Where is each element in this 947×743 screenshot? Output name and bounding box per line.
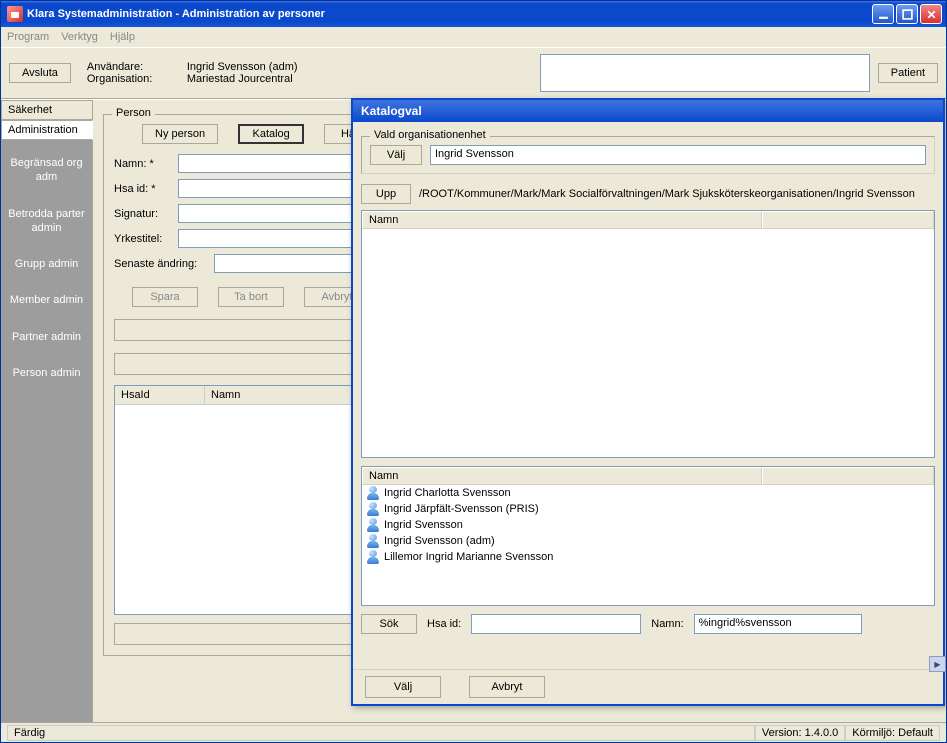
top-col-blank[interactable] — [762, 211, 934, 229]
person-icon — [366, 486, 380, 500]
person-icon — [366, 534, 380, 548]
vald-org-group: Vald organisationenhet Välj Ingrid Svens… — [361, 136, 935, 174]
bot-col-blank[interactable] — [762, 467, 934, 485]
person-icon — [366, 502, 380, 516]
dialog-valj-button[interactable]: Välj — [365, 676, 441, 698]
tabort-button[interactable]: Ta bort — [218, 287, 284, 307]
sidebar-item-person[interactable]: Person admin — [3, 358, 90, 388]
valj-org-button[interactable]: Välj — [370, 145, 422, 165]
org-label: Organisation: — [87, 73, 167, 85]
top-col-namn[interactable]: Namn — [362, 211, 762, 229]
search-namn-label: Namn: — [651, 618, 683, 630]
hsa-label: Hsa id: * — [114, 183, 178, 195]
bot-col-namn[interactable]: Namn — [362, 467, 762, 485]
minimize-button[interactable] — [872, 4, 894, 24]
person-group-label: Person — [112, 107, 155, 119]
sok-button[interactable]: Sök — [361, 614, 417, 634]
toolbar: Avsluta Användare:Ingrid Svensson (adm) … — [1, 47, 946, 99]
status-version: Version: 1.4.0.0 — [755, 725, 845, 741]
maximize-button[interactable] — [896, 4, 918, 24]
org-value: Mariestad Jourcentral — [187, 73, 293, 85]
menu-verktyg[interactable]: Verktyg — [61, 31, 98, 43]
sidebar-item-betrodda[interactable]: Betrodda parter admin — [3, 199, 90, 244]
search-hsa-label: Hsa id: — [427, 618, 461, 630]
list-item-label: Ingrid Svensson (adm) — [384, 535, 495, 547]
signatur-label: Signatur: — [114, 208, 178, 220]
tab-administration[interactable]: Administration — [1, 120, 93, 140]
app-icon — [7, 6, 23, 22]
sidebar-item-grupp[interactable]: Grupp admin — [3, 249, 90, 279]
status-ready: Färdig — [7, 725, 755, 741]
avsluta-button[interactable]: Avsluta — [9, 63, 71, 83]
signatur-input[interactable] — [178, 204, 378, 223]
spara-button[interactable]: Spara — [132, 287, 198, 307]
menubar: Program Verktyg Hjälp — [1, 27, 946, 47]
search-hsa-input[interactable] — [471, 614, 641, 634]
person-icon — [366, 550, 380, 564]
list-item[interactable]: Ingrid Charlotta Svensson — [362, 485, 934, 501]
sidebar-item-begransad[interactable]: Begränsad org adm — [3, 148, 90, 193]
list-item-label: Ingrid Svensson — [384, 519, 463, 531]
namn-label: Namn: * — [114, 158, 178, 170]
titlebar: Klara Systemadministration - Administrat… — [1, 1, 946, 27]
list-item-label: Ingrid Järpfält-Svensson (PRIS) — [384, 503, 539, 515]
persons-list[interactable]: Namn Ingrid Charlotta Svensson Ingrid Jär… — [361, 466, 935, 606]
window-title: Klara Systemadministration - Administrat… — [27, 8, 872, 20]
app-window: Klara Systemadministration - Administrat… — [0, 0, 947, 743]
status-env: Körmiljö: Default — [845, 725, 940, 741]
list-item[interactable]: Ingrid Svensson — [362, 517, 934, 533]
scroll-right-icon[interactable] — [929, 656, 946, 672]
sidebar: Begränsad org adm Betrodda parter admin … — [1, 140, 92, 722]
menu-help[interactable]: Hjälp — [110, 31, 135, 43]
katalogval-dialog: Katalogval Vald organisationenhet Välj I… — [351, 98, 945, 706]
user-value: Ingrid Svensson (adm) — [187, 61, 298, 73]
list-item-label: Ingrid Charlotta Svensson — [384, 487, 511, 499]
vald-org-label: Vald organisationenhet — [370, 129, 490, 141]
selected-org-field[interactable]: Ingrid Svensson — [430, 145, 926, 165]
statusbar: Färdig Version: 1.4.0.0 Körmiljö: Defaul… — [1, 722, 946, 742]
org-units-list[interactable]: Namn — [361, 210, 935, 458]
menu-program[interactable]: Program — [7, 31, 49, 43]
user-label: Användare: — [87, 61, 167, 73]
list-item[interactable]: Lillemor Ingrid Marianne Svensson — [362, 549, 934, 565]
dialog-avbryt-button[interactable]: Avbryt — [469, 676, 545, 698]
katalog-button[interactable]: Katalog — [238, 124, 304, 144]
ny-person-button[interactable]: Ny person — [142, 124, 218, 144]
dialog-title: Katalogval — [353, 100, 943, 122]
patient-search-box[interactable] — [540, 54, 870, 92]
path-text: /ROOT/Kommuner/Mark/Mark Socialförvaltni… — [419, 188, 915, 200]
close-button[interactable] — [920, 4, 942, 24]
person-icon — [366, 518, 380, 532]
tab-sakerhet[interactable]: Säkerhet — [1, 100, 92, 120]
yrke-input[interactable] — [178, 229, 378, 248]
sidebar-item-member[interactable]: Member admin — [3, 285, 90, 315]
senaste-label: Senaste ändring: — [114, 258, 214, 270]
search-namn-input[interactable]: %ingrid%svensson — [694, 614, 862, 634]
patient-button[interactable]: Patient — [878, 63, 938, 83]
yrke-label: Yrkestitel: — [114, 233, 178, 245]
side-tabs: Säkerhet Administration Begränsad org ad… — [1, 100, 92, 722]
sidebar-item-partner[interactable]: Partner admin — [3, 322, 90, 352]
list-item[interactable]: Ingrid Järpfält-Svensson (PRIS) — [362, 501, 934, 517]
list-item-label: Lillemor Ingrid Marianne Svensson — [384, 551, 553, 563]
list-item[interactable]: Ingrid Svensson (adm) — [362, 533, 934, 549]
upp-button[interactable]: Upp — [361, 184, 411, 204]
col-hsaid[interactable]: HsaId — [115, 386, 205, 404]
